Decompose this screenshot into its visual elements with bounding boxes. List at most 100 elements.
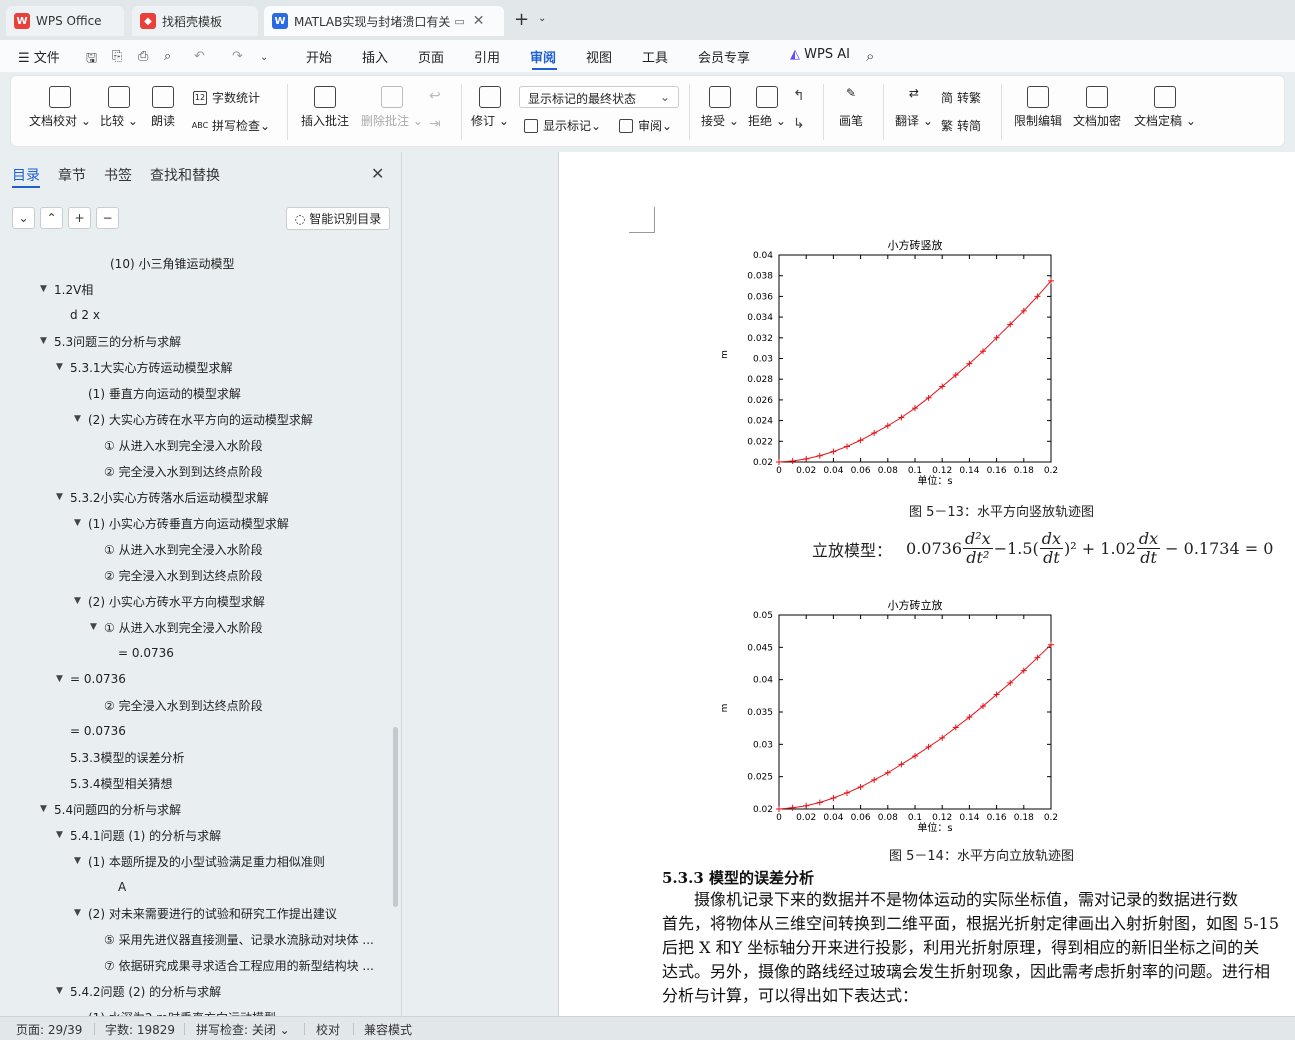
sidebar-tab-bookmarks[interactable]: 书签 xyxy=(104,165,132,185)
toc-item[interactable]: ⑦ 依据研究成果寻求适合工程应用的新型结构块 ... xyxy=(104,955,374,975)
doc-proof-button[interactable]: 文档校对 ⌄ xyxy=(29,86,91,129)
toc-item[interactable]: ▼ (2) 对未来需要进行的试验和研究工作提出建议 xyxy=(74,903,337,923)
toc-item[interactable]: ▼ (2) 大实心方砖在水平方向的运动模型求解 xyxy=(74,409,313,429)
menu-tools[interactable]: 工具 xyxy=(642,47,668,66)
to-traditional-button[interactable]: 简转繁 xyxy=(941,89,981,106)
toc-item[interactable]: ▼ (1) 小实心方砖垂直方向运动模型求解 xyxy=(74,513,289,533)
expand-triangle-icon[interactable]: ▼ xyxy=(56,986,70,996)
redo-icon[interactable]: ↷ xyxy=(232,49,243,64)
close-tab-icon[interactable]: ✕ xyxy=(473,13,485,29)
expand-triangle-icon[interactable]: ▼ xyxy=(40,336,54,346)
toc-item[interactable]: A xyxy=(118,877,126,897)
toc-item[interactable]: = 0.0736 xyxy=(70,721,126,741)
toc-item[interactable]: ⑤ 采用先进仪器直接测量、记录水流脉动对块体 ... xyxy=(104,929,374,949)
expand-triangle-icon[interactable]: ▼ xyxy=(56,830,70,840)
sidebar-tab-toc[interactable]: 目录 xyxy=(12,165,40,185)
menu-member[interactable]: 会员专享 xyxy=(698,47,750,66)
review-pane-button[interactable]: 审阅 ⌄ xyxy=(619,117,672,134)
restrict-edit-button[interactable]: 限制编辑 xyxy=(1014,86,1062,129)
file-menu[interactable]: ☰ 文件 xyxy=(18,47,60,66)
tab-docer-templates[interactable]: ◆ 找稻壳模板 xyxy=(132,6,258,36)
toc-item[interactable]: ① 从进入水到完全浸入水阶段 xyxy=(104,435,263,455)
toc-item[interactable]: ▼ 5.3.1大实心方砖运动模型求解 xyxy=(56,357,233,377)
sidebar-scrollbar[interactable] xyxy=(393,727,398,907)
finalize-button[interactable]: 文档定稿 ⌄ xyxy=(1134,86,1196,129)
track-changes-button[interactable]: 修订 ⌄ xyxy=(471,86,509,129)
expand-triangle-icon[interactable]: ▼ xyxy=(74,856,88,866)
encrypt-button[interactable]: 文档加密 xyxy=(1073,86,1121,129)
markup-display-select[interactable]: 显示标记的最终状态 ⌄ xyxy=(519,86,679,108)
word-count-button[interactable]: 12 字数统计 xyxy=(193,89,260,106)
read-aloud-button[interactable]: 朗读 xyxy=(151,86,175,129)
expand-triangle-icon[interactable]: ▼ xyxy=(56,362,70,372)
to-simplified-button[interactable]: 繁转简 xyxy=(941,117,981,134)
spell-check-button[interactable]: ABC 拼写检查 ⌄ xyxy=(192,117,270,134)
toc-item[interactable]: ▼ ① 从进入水到完全浸入水阶段 xyxy=(90,617,263,637)
toc-item[interactable]: ② 完全浸入水到到达终点阶段 xyxy=(104,565,263,585)
prev-comment-icon[interactable]: ↩ xyxy=(429,88,441,104)
undo-icon[interactable]: ↶ xyxy=(194,49,205,64)
toc-item[interactable]: ▼ = 0.0736 xyxy=(56,669,126,689)
delete-comment-button[interactable]: 删除批注 ⌄ xyxy=(361,86,423,129)
menu-start[interactable]: 开始 xyxy=(306,47,332,66)
sidebar-tab-find-replace[interactable]: 查找和替换 xyxy=(150,165,220,185)
toc-item[interactable]: ② 完全浸入水到到达终点阶段 xyxy=(104,461,263,481)
export-icon[interactable]: ⎘ xyxy=(112,49,122,64)
tab-current-document[interactable]: W MATLAB实现与封堵溃口有关 ▭ ✕ xyxy=(264,6,504,36)
print-preview-icon[interactable]: ⌕ xyxy=(164,49,171,64)
sidebar-tab-chapters[interactable]: 章节 xyxy=(58,165,86,185)
toc-item[interactable]: ▼ 1.2V相 xyxy=(40,279,93,299)
toc-item[interactable]: ▼ 5.4.1问题 (1) 的分析与求解 xyxy=(56,825,221,845)
save-icon[interactable]: 🖫 xyxy=(86,49,97,71)
tab-wps-office[interactable]: W WPS Office xyxy=(6,6,124,36)
menu-references[interactable]: 引用 xyxy=(474,47,500,66)
smart-toc-button[interactable]: ◌ 智能识别目录 xyxy=(286,207,390,230)
close-sidebar-icon[interactable]: ✕ xyxy=(371,164,384,183)
expand-triangle-icon[interactable]: ▼ xyxy=(56,674,70,684)
new-tab-plus-icon[interactable]: + xyxy=(514,9,529,30)
expand-triangle-icon[interactable]: ▼ xyxy=(74,518,88,528)
compare-button[interactable]: 比较 ⌄ xyxy=(100,86,138,129)
expand-triangle-icon[interactable]: ▼ xyxy=(90,622,104,632)
quick-access-chevron-icon[interactable]: ⌄ xyxy=(260,52,268,63)
menu-view[interactable]: 视图 xyxy=(586,47,612,66)
translate-button[interactable]: ⇄ 翻译 ⌄ xyxy=(895,86,933,129)
remove-level-button[interactable]: − xyxy=(96,207,119,229)
menu-page[interactable]: 页面 xyxy=(418,47,444,66)
toc-item[interactable]: ▼ (1) 本题所提及的小型试验满足重力相似准则 xyxy=(74,851,325,871)
accept-button[interactable]: 接受 ⌄ xyxy=(701,86,739,129)
toc-item[interactable]: (10) 小三角锥运动模型 xyxy=(110,253,234,273)
toc-item[interactable]: = 0.0736 xyxy=(118,643,174,663)
status-word-count[interactable]: 字数: 19829 xyxy=(105,1021,175,1038)
show-markup-button[interactable]: 显示标记 ⌄ xyxy=(524,117,601,134)
expand-triangle-icon[interactable]: ▼ xyxy=(74,596,88,606)
expand-triangle-icon[interactable]: ▼ xyxy=(56,492,70,502)
expand-triangle-icon[interactable]: ▼ xyxy=(74,908,88,918)
menu-insert[interactable]: 插入 xyxy=(362,47,388,66)
toc-item[interactable]: d 2 x xyxy=(70,305,100,325)
collapse-up-button[interactable]: ⌃ xyxy=(40,207,63,229)
status-proofread[interactable]: 校对 xyxy=(316,1021,340,1038)
toc-item[interactable]: ▼ 5.4.2问题 (2) 的分析与求解 xyxy=(56,981,221,1001)
reject-button[interactable]: 拒绝 ⌄ xyxy=(748,86,786,129)
status-page[interactable]: 页面: 29/39 xyxy=(16,1021,82,1038)
status-spell-check[interactable]: 拼写检查: 关闭 ⌄ xyxy=(196,1021,290,1038)
expand-triangle-icon[interactable]: ▼ xyxy=(40,804,54,814)
expand-triangle-icon[interactable]: ▼ xyxy=(74,414,88,424)
expand-triangle-icon[interactable]: ▼ xyxy=(40,284,54,294)
toc-item[interactable]: ▼ 5.3.2小实心方砖落水后运动模型求解 xyxy=(56,487,269,507)
toc-item[interactable]: (1) 垂直方向运动的模型求解 xyxy=(88,383,241,403)
toc-item[interactable]: ② 完全浸入水到到达终点阶段 xyxy=(104,695,263,715)
print-icon[interactable]: ⎙ xyxy=(138,49,148,64)
tab-list-chevron-icon[interactable]: ⌄ xyxy=(538,13,546,24)
next-change-icon[interactable]: ↳ xyxy=(793,116,805,132)
add-level-button[interactable]: + xyxy=(68,207,91,229)
draw-pen-button[interactable]: ✎ 画笔 xyxy=(839,86,863,129)
insert-comment-button[interactable]: 插入批注 xyxy=(301,86,349,129)
search-icon[interactable]: ⌕ xyxy=(866,47,874,65)
next-comment-icon[interactable]: ⇥ xyxy=(429,116,441,132)
toc-item[interactable]: 5.3.3模型的误差分析 xyxy=(70,747,185,767)
toc-item[interactable]: ▼ (2) 小实心方砖水平方向模型求解 xyxy=(74,591,265,611)
toc-item[interactable]: ▼ 5.4问题四的分析与求解 xyxy=(40,799,181,819)
menu-review[interactable]: 审阅 xyxy=(530,47,556,66)
